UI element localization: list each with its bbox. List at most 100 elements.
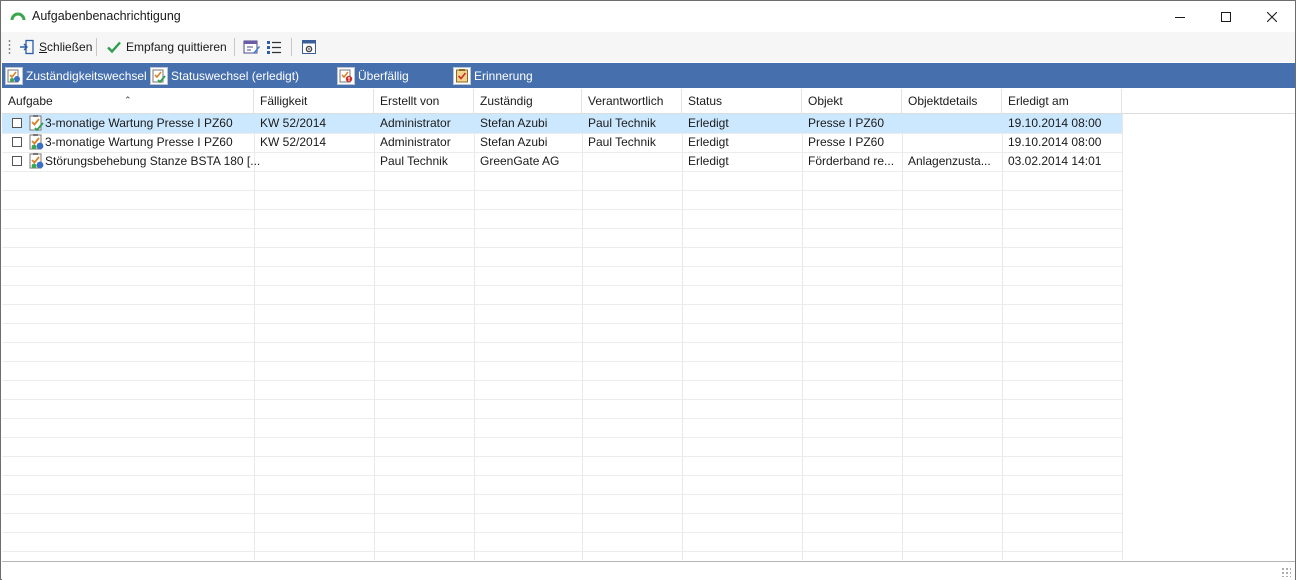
acknowledge-button[interactable]: Empfang quittieren [104,36,229,58]
row-checkbox[interactable] [12,137,22,147]
row-divider [2,513,1122,514]
column-header-erledigt-am[interactable]: Erledigt am [1002,89,1122,114]
cell-erledigt-am: 19.10.2014 08:00 [1008,135,1102,149]
cell-status: Erledigt [688,154,729,168]
responsibility-change-icon [29,153,44,169]
toolbar-separator [234,38,235,56]
close-label: chließen [47,40,93,54]
list-icon [267,41,281,54]
table-row[interactable]: 3-monatige Wartung Presse I PZ60 KW 52/2… [2,133,1122,152]
cell-verantwortlich: Paul Technik [588,135,656,149]
column-header-label: Status [688,94,723,108]
resize-grip-icon[interactable] [1281,567,1291,577]
cell-status: Erledigt [688,116,729,130]
column-header-label: Erledigt am [1008,94,1069,108]
cell-erledigt-am: 19.10.2014 08:00 [1008,116,1102,130]
overdue-icon [337,66,355,85]
row-divider [2,190,1122,191]
close-button[interactable]: Schließen [17,36,94,58]
status-change-icon [150,66,168,85]
reminder-icon [453,66,471,85]
column-header-label: Objektdetails [908,94,978,108]
row-checkbox[interactable] [12,118,22,128]
task-name: 3-monatige Wartung Presse I PZ60 [45,116,233,130]
exit-door-icon [20,39,34,55]
status-bar [2,561,1295,580]
toolbar: Schließen Empfang quittieren [1,32,1295,62]
arc-logo-icon [10,12,26,21]
minimize-button[interactable] [1157,1,1203,32]
cell-objektdetails [902,114,1002,133]
column-header-status[interactable]: Status [682,89,802,114]
table-row[interactable]: Störungsbehebung Stanze BSTA 180 [... Pa… [2,152,1122,171]
table-row[interactable]: 3-monatige Wartung Presse I PZ60 KW 52/2… [2,114,1122,133]
cell-status: Erledigt [688,135,729,149]
row-divider [2,285,1122,286]
cell-erstellt-von: Administrator [380,135,451,149]
row-divider [2,456,1122,457]
filter-reminder[interactable]: Erinnerung [453,65,533,86]
column-header-faelligkeit[interactable]: Fälligkeit [254,89,374,114]
settings-window-icon [302,40,316,54]
maximize-button[interactable] [1203,1,1249,32]
cell-objektdetails: Anlagenzusta... [908,154,991,168]
column-header-aufgabe[interactable]: Aufgabe ⌃ [2,89,254,114]
list-view-button[interactable] [264,36,284,58]
cell-zustaendig: GreenGate AG [480,154,560,168]
acknowledge-label: Empfang quittieren [126,40,227,54]
column-header-label: Zuständig [480,94,533,108]
task-name: Störungsbehebung Stanze BSTA 180 [... [45,154,261,168]
cell-zustaendig: Stefan Azubi [480,135,548,149]
row-divider [2,418,1122,419]
responsibility-change-icon [5,66,23,85]
toolbar-separator [291,38,292,56]
edit-task-icon [243,40,260,54]
column-header-zustaendig[interactable]: Zuständig [474,89,582,114]
toolbar-grip[interactable] [8,39,11,55]
task-name: 3-monatige Wartung Presse I PZ60 [45,135,233,149]
close-icon [1267,11,1277,22]
column-header-erstellt-von[interactable]: Erstellt von [374,89,474,114]
row-divider [2,323,1122,324]
status-change-icon [29,115,44,131]
edit-task-button[interactable] [241,36,263,58]
filter-responsibility-change[interactable]: Zuständigkeitswechsel [5,65,147,86]
close-label-mnemonic: S [39,40,48,54]
notification-filter-bar: Zuständigkeitswechsel Statuswechsel (erl… [2,63,1295,88]
column-header-label: Objekt [808,94,843,108]
cell-faelligkeit: KW 52/2014 [260,135,327,149]
row-divider [2,209,1122,210]
row-divider [2,380,1122,381]
cell-verantwortlich: Paul Technik [588,116,656,130]
column-header-label: Fälligkeit [260,94,308,108]
grid-header: Aufgabe ⌃ Fälligkeit Erstellt von Zustän… [2,89,1295,114]
row-divider [2,399,1122,400]
column-divider [1122,114,1123,560]
row-divider [2,551,1122,552]
column-header-objektdetails[interactable]: Objektdetails [902,89,1002,114]
minimize-icon [1175,16,1185,18]
checkmark-icon [107,41,121,54]
sort-ascending-icon: ⌃ [124,95,132,105]
cell-erstellt-von: Administrator [380,116,451,130]
row-divider [2,361,1122,362]
filter-label: Zuständigkeitswechsel [26,68,147,83]
cell-zustaendig: Stefan Azubi [480,116,548,130]
cell-erstellt-von: Paul Technik [380,154,448,168]
row-divider [2,437,1122,438]
row-divider [2,133,1122,134]
row-divider [2,532,1122,533]
close-window-button[interactable] [1249,1,1295,32]
cell-faelligkeit [254,152,374,171]
filter-status-change[interactable]: Statuswechsel (erledigt) [150,65,299,86]
row-divider [2,304,1122,305]
filter-label: Statuswechsel (erledigt) [171,68,300,83]
filter-overdue[interactable]: Überfällig [337,65,409,86]
column-header-objekt[interactable]: Objekt [802,89,902,114]
column-header-label: Verantwortlich [588,94,664,108]
title-bar[interactable]: Aufgabenbenachrichtigung [1,1,1295,32]
column-header-verantwortlich[interactable]: Verantwortlich [582,89,682,114]
settings-button[interactable] [299,36,319,58]
row-checkbox[interactable] [12,156,22,166]
cell-objekt: Presse I PZ60 [808,116,885,130]
